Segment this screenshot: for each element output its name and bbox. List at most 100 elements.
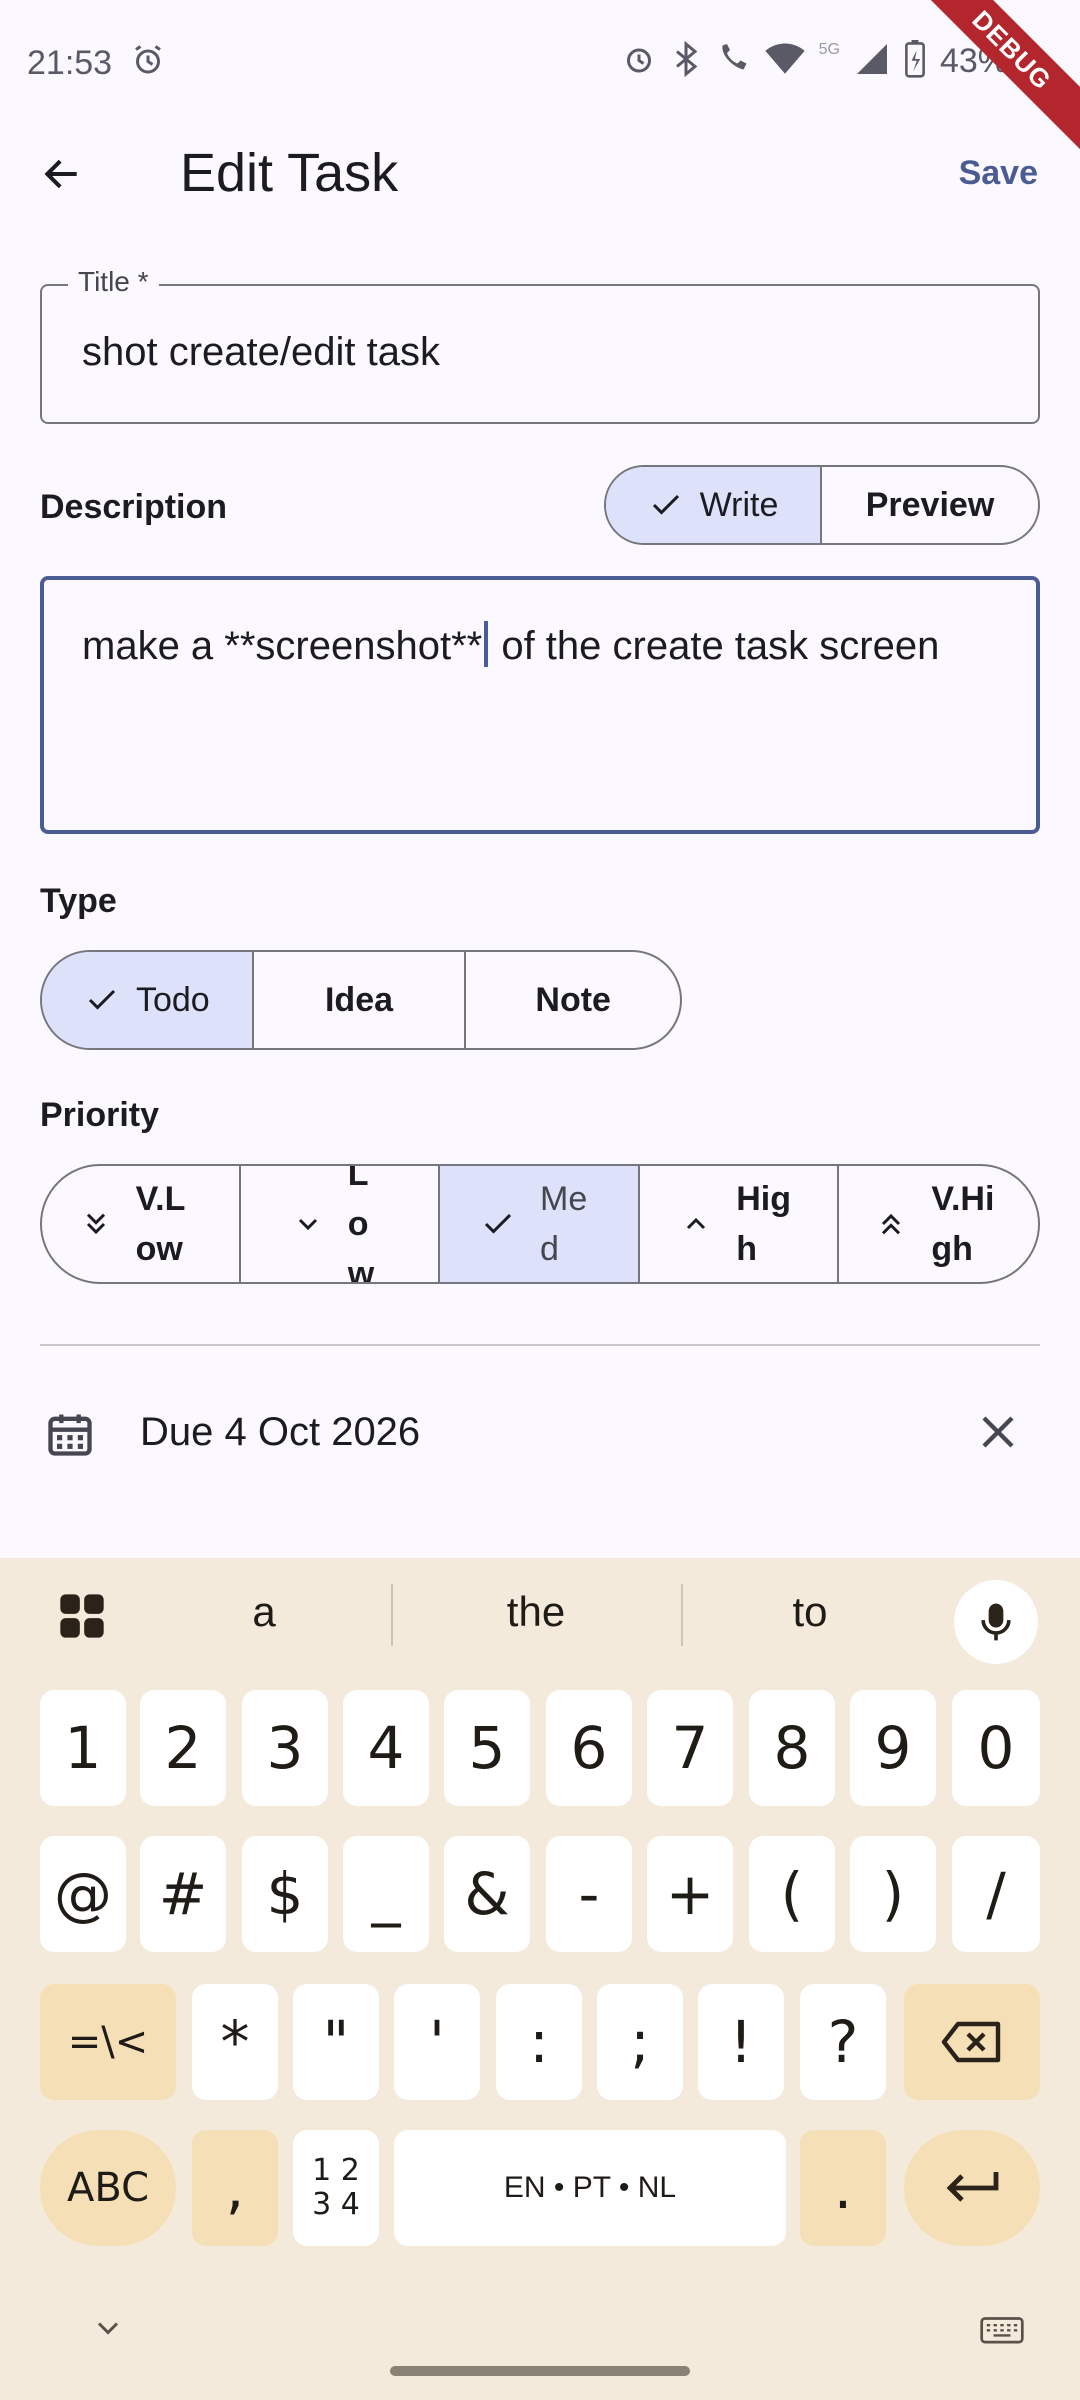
priority-option-label: Low xyxy=(347,1164,375,1284)
priority-option-low[interactable]: Low xyxy=(241,1164,441,1284)
numpad-key[interactable]: 1 2 3 4 xyxy=(293,2130,379,2246)
write-mode-button[interactable]: Write xyxy=(606,467,823,543)
bluetooth-icon xyxy=(671,40,701,82)
alarm-icon xyxy=(130,42,166,83)
check-icon xyxy=(88,989,116,1010)
suggestion-1[interactable]: a xyxy=(164,1588,364,1636)
key-open-paren[interactable]: ( xyxy=(749,1836,835,1952)
suggestion-3[interactable]: to xyxy=(710,1588,910,1636)
voice-input-button[interactable] xyxy=(954,1580,1038,1664)
key-4[interactable]: 4 xyxy=(343,1690,429,1806)
type-option-idea[interactable]: Idea xyxy=(254,952,467,1048)
apps-grid-icon[interactable] xyxy=(56,1590,108,1647)
description-text: make a **screenshot** of the create task… xyxy=(82,616,982,676)
enter-key[interactable] xyxy=(904,2130,1040,2246)
key-9[interactable]: 9 xyxy=(850,1690,936,1806)
type-option-todo[interactable]: Todo xyxy=(42,952,254,1048)
suggestion-2[interactable]: the xyxy=(436,1588,636,1636)
priority-selector: V.Low Low Med High V.High xyxy=(40,1164,1040,1284)
priority-option-medium[interactable]: Med xyxy=(440,1166,640,1282)
keyboard-nav-bar xyxy=(0,2300,1080,2400)
key-0[interactable]: 0 xyxy=(952,1690,1040,1806)
back-button[interactable] xyxy=(30,142,94,206)
clear-due-date-button[interactable] xyxy=(974,1408,1022,1461)
status-bar: 21:53 5G 43% DEBUG xyxy=(0,0,1080,158)
key-7[interactable]: 7 xyxy=(647,1690,733,1806)
wifi-icon xyxy=(764,41,805,82)
double-chevron-down-icon xyxy=(86,1213,105,1235)
home-indicator[interactable] xyxy=(390,2366,690,2376)
key-2[interactable]: 2 xyxy=(140,1690,226,1806)
key-6[interactable]: 6 xyxy=(546,1690,632,1806)
alarm-icon xyxy=(621,41,657,82)
title-field-value: shot create/edit task xyxy=(82,330,440,374)
keyboard: a the to 1 2 3 4 5 6 7 8 9 0 @ # $ _ & -… xyxy=(0,1558,1080,2400)
key-1[interactable]: 1 xyxy=(40,1690,126,1806)
title-field-label: Title * xyxy=(68,266,159,298)
key-period[interactable]: . xyxy=(800,2130,886,2246)
write-mode-label: Write xyxy=(699,486,779,524)
switch-keyboard-button[interactable] xyxy=(980,2314,1024,2355)
key-colon[interactable]: : xyxy=(496,1984,582,2100)
status-icons: 5G 43% xyxy=(621,40,1008,83)
description-input[interactable]: make a **screenshot** of the create task… xyxy=(40,576,1040,834)
priority-option-label: High xyxy=(736,1180,791,1268)
key-semicolon[interactable]: ; xyxy=(597,1984,683,2100)
key-plus[interactable]: + xyxy=(647,1836,733,1952)
keyboard-suggestion-bar: a the to xyxy=(0,1558,1080,1668)
network-type-label: 5G xyxy=(818,40,840,58)
save-button[interactable]: Save xyxy=(959,154,1038,193)
key-hash[interactable]: # xyxy=(140,1836,226,1952)
type-option-note[interactable]: Note xyxy=(466,952,680,1048)
key-asterisk[interactable]: * xyxy=(192,1984,278,2100)
key-close-paren[interactable]: ) xyxy=(850,1836,936,1952)
text-cursor xyxy=(484,621,489,667)
space-key[interactable]: EN • PT • NL xyxy=(394,2130,786,2246)
divider xyxy=(40,1344,1040,1346)
status-time: 21:53 xyxy=(27,44,113,82)
key-3[interactable]: 3 xyxy=(242,1690,328,1806)
key-minus[interactable]: - xyxy=(546,1836,632,1952)
key-underscore[interactable]: _ xyxy=(343,1836,429,1952)
backspace-icon xyxy=(941,2021,1001,2063)
key-at[interactable]: @ xyxy=(40,1836,126,1952)
preview-mode-button[interactable]: Preview xyxy=(822,467,1038,543)
abc-key[interactable]: ABC xyxy=(40,2130,176,2246)
key-comma[interactable]: , xyxy=(192,2130,278,2246)
calendar-icon xyxy=(44,1408,96,1465)
check-icon xyxy=(652,494,679,515)
type-option-label: Note xyxy=(535,981,611,1019)
priority-option-very-high[interactable]: V.High xyxy=(839,1166,1038,1282)
due-date-row[interactable]: Due 4 Oct 2026 xyxy=(0,1390,1080,1480)
key-dollar[interactable]: $ xyxy=(242,1836,328,1952)
key-question[interactable]: ? xyxy=(800,1984,886,2100)
description-label: Description xyxy=(40,488,228,526)
priority-option-very-low[interactable]: V.Low xyxy=(42,1166,242,1282)
numpad-label-bottom: 3 4 xyxy=(312,2187,360,2222)
key-exclamation[interactable]: ! xyxy=(698,1984,784,2100)
keyboard-icon xyxy=(980,2317,1024,2344)
description-text-after-cursor: of the create task screen xyxy=(490,624,940,668)
enter-icon xyxy=(946,2172,999,2202)
symbols-page-key[interactable]: =\< xyxy=(40,1984,176,2100)
suggestion-divider xyxy=(681,1584,683,1646)
backspace-key[interactable] xyxy=(904,1984,1040,2100)
key-slash[interactable]: / xyxy=(952,1836,1040,1952)
page-title: Edit Task xyxy=(180,143,399,203)
key-double-quote[interactable]: " xyxy=(293,1984,379,2100)
type-label: Type xyxy=(40,882,117,920)
title-field[interactable]: Title * shot create/edit task xyxy=(40,266,1040,424)
signal-icon xyxy=(854,41,890,82)
key-ampersand[interactable]: & xyxy=(444,1836,530,1952)
description-mode-toggle: Write Preview xyxy=(604,465,1040,545)
battery-icon xyxy=(904,40,926,83)
key-single-quote[interactable]: ' xyxy=(394,1984,480,2100)
type-option-label: Idea xyxy=(324,981,394,1019)
priority-option-high[interactable]: High xyxy=(640,1166,839,1282)
hide-keyboard-button[interactable] xyxy=(90,2310,126,2351)
key-8[interactable]: 8 xyxy=(749,1690,835,1806)
chevron-down-icon xyxy=(97,2322,119,2335)
key-5[interactable]: 5 xyxy=(444,1690,530,1806)
chevron-down-icon xyxy=(298,1218,317,1231)
type-selector: Todo Idea Note xyxy=(40,950,682,1050)
